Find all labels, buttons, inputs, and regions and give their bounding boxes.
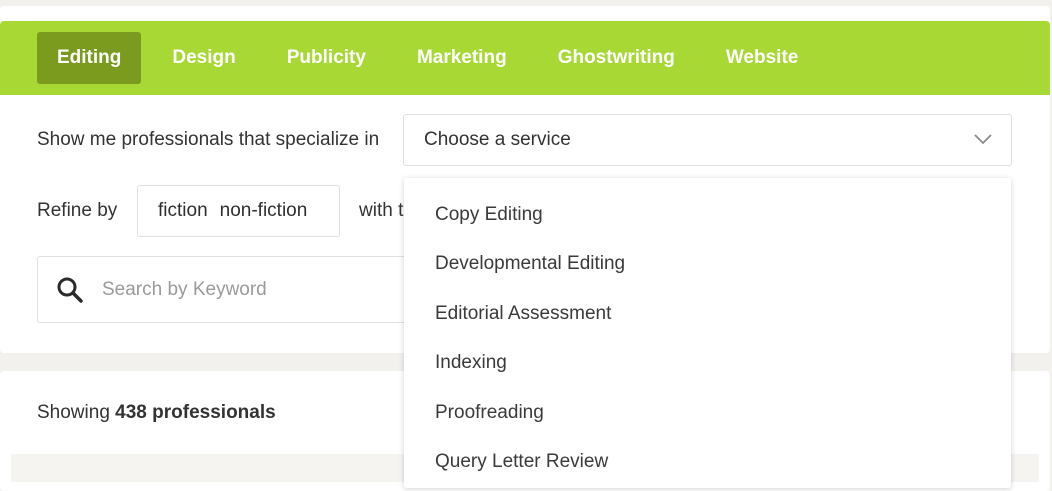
search-icon[interactable] — [56, 276, 84, 304]
results-count: Showing 438 professionals — [37, 402, 276, 424]
service-option-proofreading[interactable]: Proofreading — [404, 388, 1011, 438]
service-option-copy-editing[interactable]: Copy Editing — [404, 190, 1011, 240]
service-select-value: Choose a service — [424, 129, 571, 150]
chevron-down-icon — [974, 134, 992, 145]
tab-website[interactable]: Website — [706, 32, 819, 84]
tab-marketing[interactable]: Marketing — [397, 32, 527, 84]
service-option-query-letter-review[interactable]: Query Letter Review — [404, 438, 1011, 488]
results-prefix: Showing — [37, 402, 116, 423]
refine-label: Refine by — [37, 200, 118, 221]
service-option-indexing[interactable]: Indexing — [404, 339, 1011, 389]
service-dropdown-menu: Copy Editing Developmental Editing Edito… — [404, 178, 1011, 488]
service-tabs: Editing Design Publicity Marketing Ghost… — [0, 21, 1050, 95]
service-option-developmental-editing[interactable]: Developmental Editing — [404, 240, 1011, 290]
with-label: with t — [359, 200, 404, 221]
service-select[interactable]: Choose a service — [403, 114, 1012, 166]
tab-editing[interactable]: Editing — [37, 32, 142, 84]
tab-design[interactable]: Design — [152, 32, 255, 84]
search-input[interactable] — [102, 275, 402, 305]
results-count-value: 438 professionals — [115, 402, 276, 423]
service-option-editorial-assessment[interactable]: Editorial Assessment — [404, 289, 1011, 339]
specialize-label: Show me professionals that specialize in — [37, 129, 380, 150]
tab-publicity[interactable]: Publicity — [267, 32, 386, 84]
top-strip — [0, 0, 1050, 3]
tab-ghostwriting[interactable]: Ghostwriting — [538, 32, 695, 84]
genre-fiction[interactable]: fiction — [158, 200, 208, 222]
genre-non-fiction[interactable]: non-fiction — [220, 200, 308, 222]
genre-filter: fiction non-fiction — [137, 185, 340, 237]
